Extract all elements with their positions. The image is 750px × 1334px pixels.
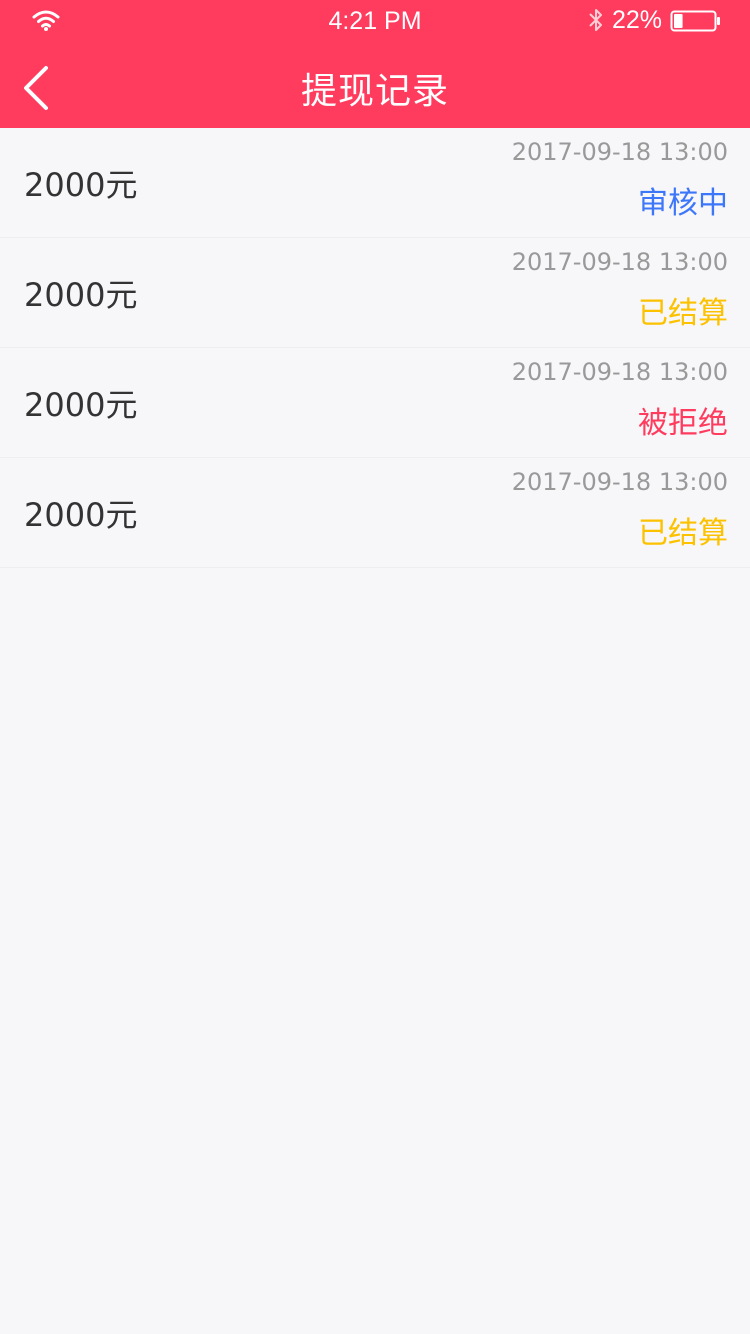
record-date: 2017-09-18 13:00 [511, 358, 728, 386]
list-item[interactable]: 2000元 2017-09-18 13:00 已结算 [0, 458, 750, 568]
record-amount: 2000元 [24, 166, 138, 204]
withdrawal-record-list: 2000元 2017-09-18 13:00 审核中 2000元 2017-09… [0, 128, 750, 568]
record-date: 2017-09-18 13:00 [511, 138, 728, 166]
record-amount: 2000元 [24, 496, 138, 534]
bluetooth-icon [589, 9, 602, 31]
record-date: 2017-09-18 13:00 [511, 248, 728, 276]
record-amount: 2000元 [24, 386, 138, 424]
list-item[interactable]: 2000元 2017-09-18 13:00 已结算 [0, 238, 750, 348]
list-item[interactable]: 2000元 2017-09-18 13:00 审核中 [0, 128, 750, 238]
status-bar: 4:21 PM 22% [0, 0, 750, 40]
list-item[interactable]: 2000元 2017-09-18 13:00 被拒绝 [0, 348, 750, 458]
battery-percent: 22% [612, 6, 663, 34]
nav-header: 4:21 PM 22% 提现记录 [0, 0, 750, 128]
battery-icon [670, 10, 720, 32]
page-title: 提现记录 [300, 71, 449, 112]
record-date: 2017-09-18 13:00 [511, 468, 728, 496]
record-status: 被拒绝 [638, 406, 728, 441]
record-status: 已结算 [638, 516, 728, 551]
record-status: 审核中 [638, 186, 728, 221]
record-status: 已结算 [638, 296, 728, 331]
record-amount: 2000元 [24, 276, 138, 314]
